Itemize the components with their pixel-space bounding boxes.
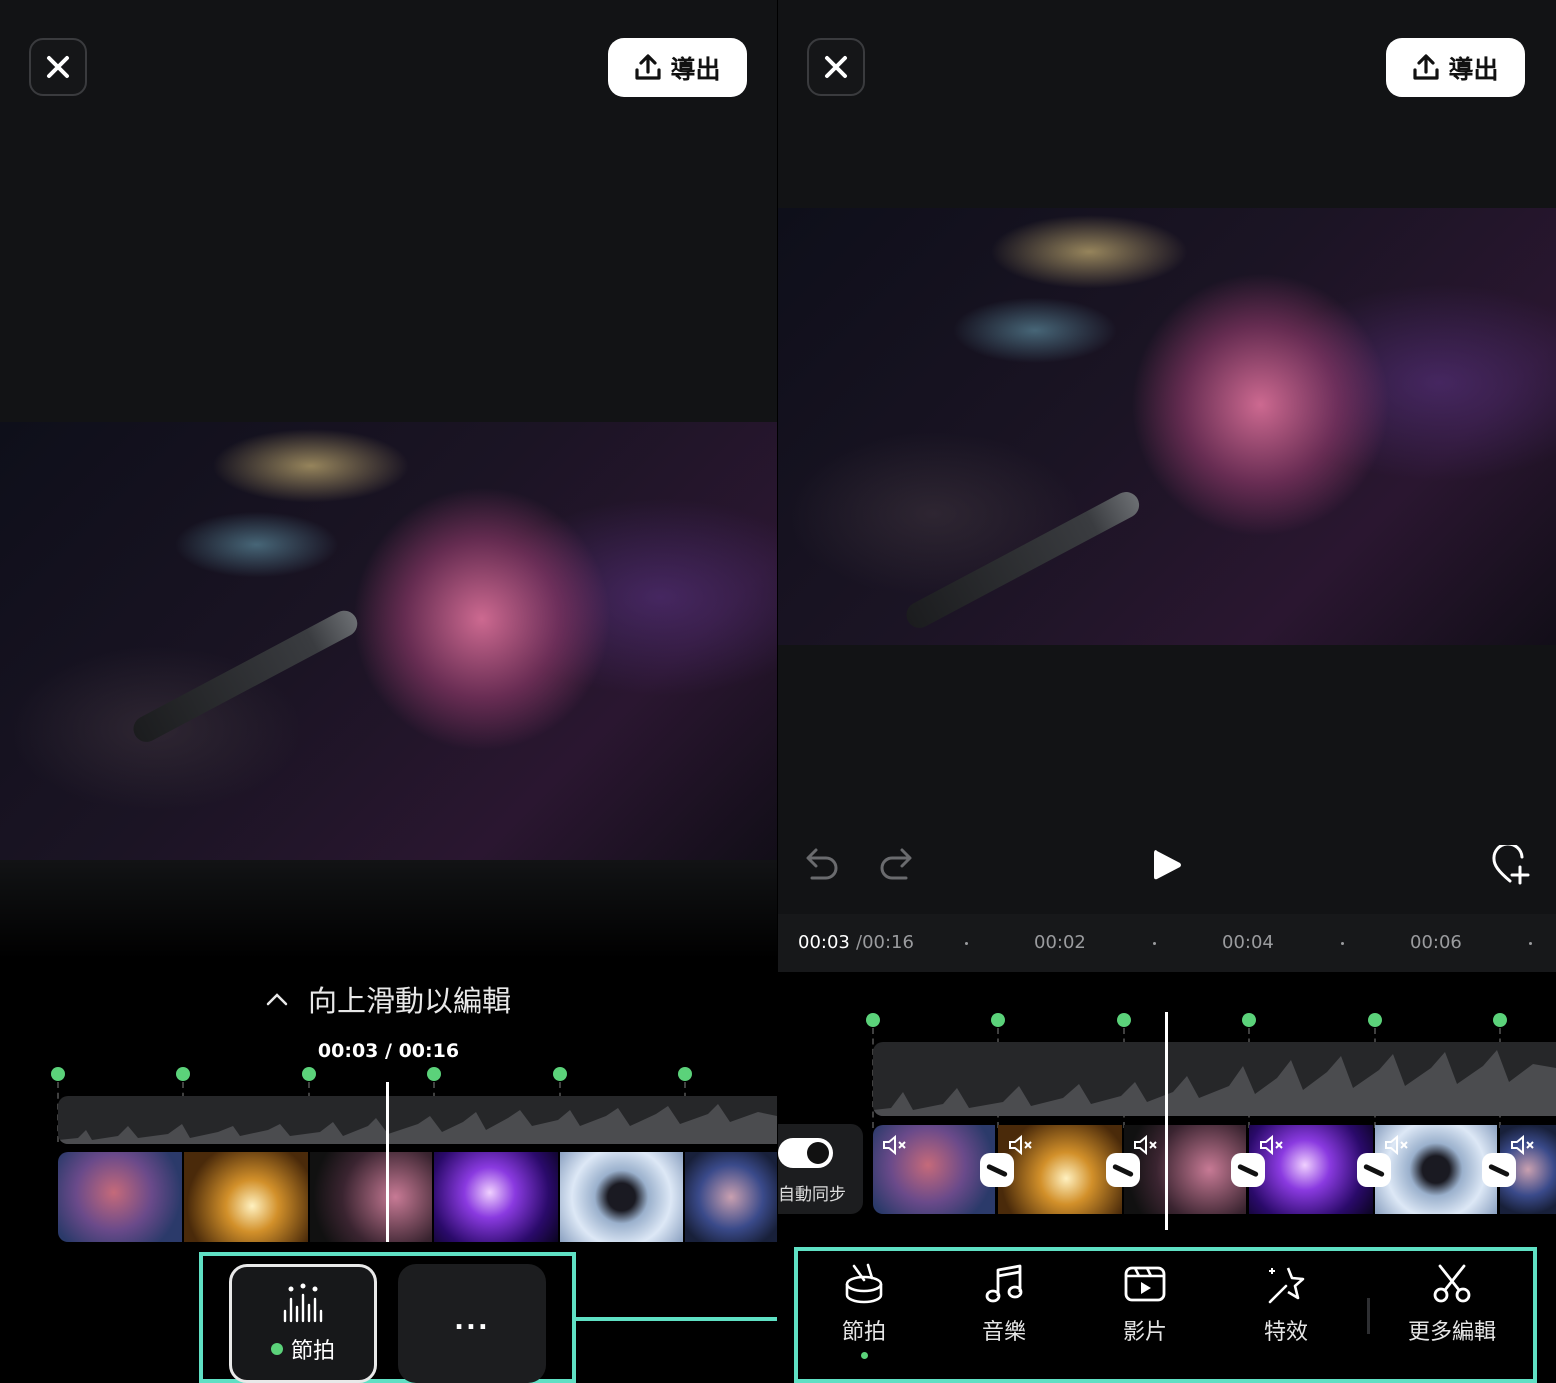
mute-icon[interactable] — [1384, 1134, 1410, 1156]
video-preview[interactable] — [778, 208, 1556, 645]
mute-icon[interactable] — [1510, 1134, 1536, 1156]
beat-marker[interactable] — [866, 1013, 880, 1027]
beat-tool-label: 節拍 — [290, 1338, 335, 1364]
beat-marker[interactable] — [176, 1067, 190, 1081]
scissors-icon — [1433, 1264, 1471, 1303]
effects-star-icon — [1268, 1267, 1305, 1304]
ruler-dot — [1341, 942, 1344, 945]
microphone — [128, 606, 362, 747]
clip-thumbnail[interactable] — [434, 1152, 558, 1242]
tab-music-label: 音樂 — [981, 1320, 1026, 1345]
ruler-dot — [965, 942, 968, 945]
ruler-dot — [1153, 942, 1156, 945]
close-button[interactable] — [807, 38, 865, 96]
export-label: 導出 — [1448, 54, 1499, 84]
tab-beat-label: 節拍 — [841, 1320, 886, 1345]
ruler-tick: 00:04 — [1222, 932, 1274, 953]
left-panel: 導出 向上滑動以編輯 00:03 / 00:16 節拍 ... — [0, 0, 777, 1383]
beat-tool-button[interactable]: 節拍 — [229, 1264, 377, 1383]
beat-marker[interactable] — [991, 1013, 1005, 1027]
close-icon — [47, 56, 69, 78]
tab-video[interactable]: 影片 — [1085, 1262, 1205, 1346]
total-time: /00:16 — [856, 932, 914, 953]
waveform-graphic — [58, 1104, 777, 1144]
mute-icon[interactable] — [1008, 1134, 1034, 1156]
beat-marker[interactable] — [678, 1067, 692, 1081]
auto-sync-control: 自動同步 — [778, 1124, 863, 1214]
mute-icon[interactable] — [882, 1134, 908, 1156]
upload-icon — [635, 53, 662, 80]
clip-thumbnail[interactable] — [685, 1152, 777, 1242]
tab-separator — [1367, 1298, 1370, 1334]
mute-icon[interactable] — [1133, 1134, 1159, 1156]
tab-more-edit-label: 更多編輯 — [1407, 1320, 1496, 1345]
beat-marker[interactable] — [553, 1067, 567, 1081]
tab-music[interactable]: 音樂 — [944, 1262, 1064, 1346]
transition-button[interactable] — [1357, 1153, 1391, 1187]
video-preview[interactable] — [0, 422, 777, 860]
clip-thumbnail[interactable] — [184, 1152, 308, 1242]
undo-icon[interactable] — [802, 846, 840, 882]
upload-icon — [1413, 53, 1440, 80]
playhead[interactable] — [386, 1082, 389, 1242]
export-button[interactable]: 導出 — [1386, 38, 1525, 97]
right-panel: 導出 00:03 /00:16 00:02 00:04 00:06 自動同步 節… — [778, 0, 1556, 1383]
beat-marker[interactable] — [1242, 1013, 1256, 1027]
redo-icon[interactable] — [878, 846, 916, 882]
add-keyframe-icon[interactable] — [1490, 845, 1532, 885]
clip-thumbnail[interactable] — [560, 1152, 683, 1242]
time-display: 00:03 / 00:16 — [317, 1040, 460, 1062]
audio-waveform[interactable] — [58, 1096, 777, 1144]
transition-button[interactable] — [1482, 1153, 1516, 1187]
microphone — [901, 487, 1144, 633]
beat-bars-icon — [283, 1283, 323, 1322]
auto-sync-label: 自動同步 — [778, 1185, 846, 1205]
arrow-connector — [576, 1317, 777, 1321]
more-icon: ... — [454, 1305, 490, 1336]
more-tools-button[interactable]: ... — [398, 1264, 546, 1383]
playhead[interactable] — [1165, 1012, 1168, 1230]
transition-button[interactable] — [980, 1153, 1014, 1187]
audio-waveform[interactable] — [873, 1042, 1556, 1116]
music-note-icon — [985, 1264, 1023, 1303]
beat-marker[interactable] — [51, 1067, 65, 1081]
ruler-tick: 00:06 — [1410, 932, 1462, 953]
ruler-dot — [1529, 942, 1532, 945]
ruler-tick: 00:02 — [1034, 932, 1086, 953]
video-clip-icon — [1124, 1266, 1166, 1302]
active-dot — [270, 1342, 283, 1355]
play-icon[interactable] — [1151, 847, 1183, 883]
current-time: 00:03 — [798, 932, 850, 953]
drum-icon — [845, 1263, 883, 1304]
transition-button[interactable] — [1231, 1153, 1265, 1187]
active-tab-indicator — [860, 1352, 868, 1359]
tab-video-label: 影片 — [1122, 1320, 1167, 1345]
beat-marker[interactable] — [427, 1067, 441, 1081]
close-button[interactable] — [29, 38, 87, 96]
tab-effects[interactable]: 特效 — [1226, 1262, 1346, 1346]
export-label: 導出 — [670, 54, 721, 84]
tab-beat[interactable]: 節拍 — [804, 1262, 924, 1359]
swipe-hint[interactable]: 向上滑動以編輯 — [0, 978, 777, 1020]
mute-icon[interactable] — [1259, 1134, 1285, 1156]
close-icon — [825, 56, 847, 78]
chevron-up-icon — [266, 993, 288, 1006]
beat-marker[interactable] — [302, 1067, 316, 1081]
swipe-hint-label: 向上滑動以編輯 — [307, 984, 511, 1018]
beat-marker[interactable] — [1493, 1013, 1507, 1027]
tab-more-edit[interactable]: 更多編輯 — [1392, 1262, 1512, 1346]
waveform-graphic — [873, 1050, 1556, 1116]
timeline-ruler[interactable]: 00:03 /00:16 00:02 00:04 00:06 — [778, 914, 1556, 972]
export-button[interactable]: 導出 — [608, 38, 747, 97]
transition-button[interactable] — [1106, 1153, 1140, 1187]
auto-sync-toggle[interactable] — [778, 1138, 833, 1168]
clip-thumbnail[interactable] — [310, 1152, 432, 1242]
beat-marker[interactable] — [1368, 1013, 1382, 1027]
clip-thumbnail[interactable] — [58, 1152, 182, 1242]
tab-effects-label: 特效 — [1263, 1320, 1308, 1345]
beat-marker[interactable] — [1117, 1013, 1131, 1027]
